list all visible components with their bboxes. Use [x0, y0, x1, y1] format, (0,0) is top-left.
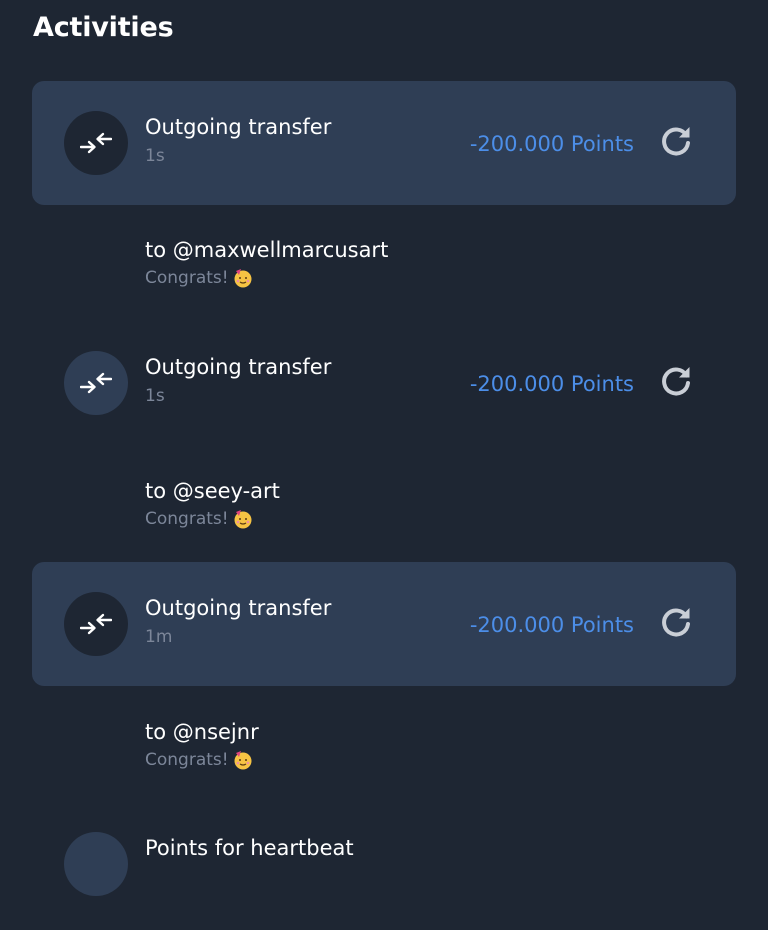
page-title: Activities: [33, 12, 174, 43]
memo: Congrats!: [145, 509, 229, 529]
refresh-icon[interactable]: [658, 604, 694, 640]
recipient: to @maxwellmarcusart: [145, 238, 389, 262]
activity-title: Outgoing transfer: [145, 355, 332, 379]
recipient: to @seey-art: [145, 479, 280, 503]
refresh-icon[interactable]: [658, 123, 694, 159]
transfer-arrows-icon: [64, 592, 128, 656]
transfer-arrows-icon: [64, 111, 128, 175]
activity-time: 1s: [145, 146, 165, 166]
partying-face-emoji: [234, 751, 252, 770]
activity-detail: to @maxwellmarcusart Congrats!: [145, 238, 388, 288]
activity-time: 1s: [145, 386, 165, 406]
activity-title: Outgoing transfer: [145, 596, 332, 620]
activity-item[interactable]: Outgoing transfer 1s -200.000 Points: [32, 81, 736, 205]
activity-item[interactable]: Outgoing transfer 1s -200.000 Points: [32, 321, 736, 445]
activity-amount: -200.000 Points: [469, 372, 634, 396]
activity-title: Points for heartbeat: [145, 836, 354, 860]
memo: Congrats!: [145, 750, 229, 770]
transfer-arrows-icon: [64, 351, 128, 415]
recipient: to @nsejnr: [145, 720, 259, 744]
partying-face-emoji: [234, 269, 252, 288]
activity-amount: -200.000 Points: [469, 613, 634, 637]
partying-face-emoji: [234, 510, 252, 529]
activity-detail: to @nsejnr Congrats!: [145, 720, 259, 770]
activity-item[interactable]: Points for heartbeat: [32, 806, 736, 930]
refresh-icon[interactable]: [658, 363, 694, 399]
activity-title: Outgoing transfer: [145, 115, 332, 139]
heartbeat-icon: [64, 832, 128, 896]
activity-detail: to @seey-art Congrats!: [145, 479, 280, 529]
activity-time: 1m: [145, 627, 173, 647]
activity-amount: -200.000 Points: [469, 132, 634, 156]
activity-item[interactable]: Outgoing transfer 1m -200.000 Points: [32, 562, 736, 686]
memo: Congrats!: [145, 268, 229, 288]
